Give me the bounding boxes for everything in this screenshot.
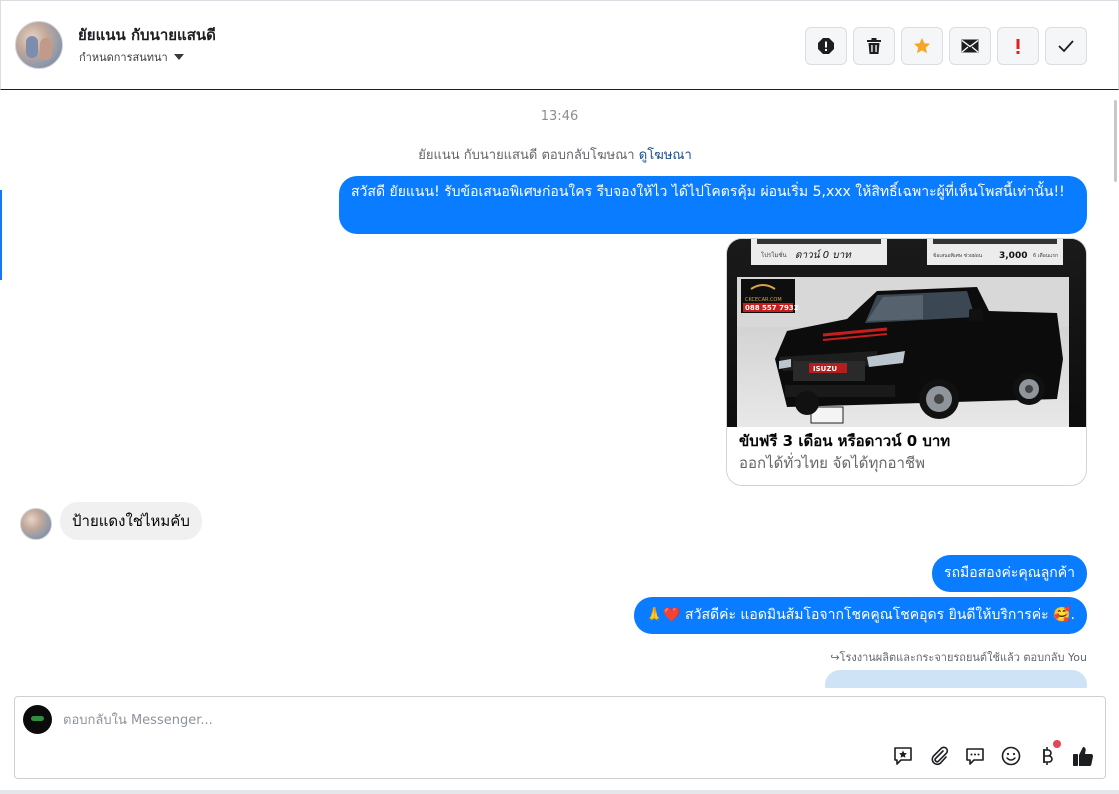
smiling-hearts-emoji: 🥰. bbox=[1053, 607, 1075, 623]
view-ad-link[interactable]: ดูโฆษณา bbox=[639, 148, 692, 163]
saved-reply-button[interactable] bbox=[891, 744, 915, 768]
promo-amount: 3,000 bbox=[999, 251, 1027, 261]
reply-context-note: ↪โรงงานผลิตและกระจายรถยนต์ใช้แล้ว ตอบกลั… bbox=[830, 651, 1087, 664]
dealer-site: CKCECAR.COM bbox=[745, 297, 782, 303]
saved-reply-icon bbox=[894, 747, 912, 765]
outgoing-message-text: สวัสดีค่ะ แอดมินส้มโอจากโชคคูณโชคอุดร ยิ… bbox=[685, 607, 1049, 623]
ad-card-title[interactable]: ขับฟรี 3 เดือน หรือดาวน์ 0 บาท bbox=[739, 429, 950, 453]
page-avatar bbox=[23, 705, 52, 734]
message-thread[interactable]: 13:46 ยัยแนน กับนายแสนดี ตอบกลับโฆษณา ดู… bbox=[0, 90, 1119, 688]
thumbs-up-icon bbox=[1073, 747, 1094, 766]
chat-bubble-icon bbox=[966, 748, 984, 765]
ad-card-description: ออกได้ทั่วไทย จัดได้ทุกอาชีพ bbox=[739, 454, 925, 472]
header-toolbar bbox=[805, 27, 1087, 65]
message-composer bbox=[14, 696, 1106, 779]
attachment-icon bbox=[931, 746, 949, 766]
outgoing-message[interactable]: สวัสดี ยัยแนน! รับข้อเสนอพิเศษก่อนใคร รี… bbox=[339, 176, 1087, 234]
report-button[interactable] bbox=[805, 27, 847, 65]
flag-important-button[interactable] bbox=[997, 27, 1039, 65]
ad-card[interactable]: โปรโมชั่น ดาวน์ 0 บาท ข้อเสนอพิเศษ ช่วยผ… bbox=[726, 238, 1087, 486]
mark-done-button[interactable] bbox=[1045, 27, 1087, 65]
quoted-reply-preview[interactable] bbox=[825, 670, 1087, 688]
composer-toolbar bbox=[891, 740, 1095, 768]
contact-name[interactable]: ยัยแนน กับนายแสนดี bbox=[78, 23, 216, 47]
ad-card-image[interactable]: โปรโมชั่น ดาวน์ 0 บาท ข้อเสนอพิเศษ ช่วยผ… bbox=[727, 239, 1086, 427]
sender-avatar[interactable] bbox=[20, 508, 52, 540]
dealer-phone: 088 557 7932 bbox=[745, 304, 799, 312]
star-button[interactable] bbox=[901, 27, 943, 65]
check-icon bbox=[1058, 40, 1074, 53]
envelope-icon bbox=[961, 39, 979, 53]
contact-avatar[interactable] bbox=[15, 21, 63, 69]
car-ad-image: โปรโมชั่น ดาวน์ 0 บาท ข้อเสนอพิเศษ ช่วยผ… bbox=[727, 239, 1086, 427]
exclamation-icon bbox=[1016, 39, 1020, 54]
emoji-icon bbox=[1001, 746, 1021, 766]
mark-unread-button[interactable] bbox=[949, 27, 991, 65]
conversation-settings-dropdown[interactable]: กำหนดการสนทนา bbox=[79, 48, 184, 66]
quick-reply-button[interactable] bbox=[963, 744, 987, 768]
promo-down-text: ดาวน์ 0 บาท bbox=[795, 249, 852, 261]
promo-prefix: โปรโมชั่น bbox=[761, 251, 787, 259]
incoming-message[interactable]: ป้ายแดงใช่ไหมคับ bbox=[60, 502, 202, 540]
reply-input[interactable] bbox=[63, 709, 963, 731]
caret-down-icon bbox=[173, 54, 184, 60]
like-button[interactable] bbox=[1071, 744, 1095, 768]
emoji-button[interactable] bbox=[999, 744, 1023, 768]
payment-button[interactable] bbox=[1035, 740, 1061, 768]
window-bottom-bar bbox=[0, 790, 1119, 794]
report-icon bbox=[818, 38, 834, 54]
delete-button[interactable] bbox=[853, 27, 895, 65]
outgoing-message[interactable]: รถมือสองค่ะคุณลูกค้า bbox=[932, 555, 1087, 592]
message-timestamp: 13:46 bbox=[540, 109, 579, 124]
ad-reply-text: ยัยแนน กับนายแสนดี ตอบกลับโฆษณา bbox=[418, 148, 635, 163]
outgoing-message[interactable]: 🙏❤️ สวัสดีค่ะ แอดมินส้มโอจากโชคคูณโชคอุด… bbox=[633, 597, 1087, 634]
attach-button[interactable] bbox=[927, 744, 951, 768]
conversation-header: ยัยแนน กับนายแสนดี กำหนดการสนทนา bbox=[0, 0, 1119, 90]
praying-heart-emoji: 🙏❤️ bbox=[645, 607, 681, 623]
trash-icon bbox=[867, 38, 881, 54]
thread-edge-indicator bbox=[0, 190, 2, 280]
notification-dot bbox=[1053, 740, 1061, 748]
promo-suffix: 6 เดือนแรก bbox=[1033, 252, 1058, 259]
baht-icon bbox=[1043, 747, 1053, 765]
star-icon bbox=[914, 38, 930, 54]
promo-special-prefix: ข้อเสนอพิเศษ ช่วยผ่อน bbox=[933, 252, 983, 259]
brand-badge: ISUZU bbox=[813, 365, 837, 373]
conversation-settings-label: กำหนดการสนทนา bbox=[79, 51, 168, 64]
ad-reply-notice: ยัยแนน กับนายแสนดี ตอบกลับโฆษณา ดูโฆษณา bbox=[0, 144, 1110, 165]
